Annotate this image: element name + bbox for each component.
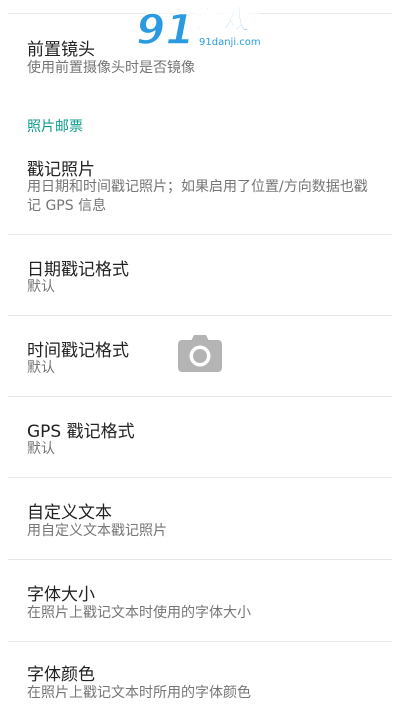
watermark-number: 91 — [136, 5, 194, 52]
pref-title: 前置镜头 — [27, 40, 95, 60]
pref-title: 字体大小 — [27, 585, 95, 605]
pref-summary: 用日期和时间戳记照片；如果启用了位置/方向数据也戳记 GPS 信息 — [27, 179, 368, 214]
watermark-site: 91danji.com — [199, 37, 261, 48]
pref-date-stamp-format[interactable]: 日期戳记格式 默认 — [0, 235, 400, 315]
pref-summary: 使用前置摄像头时是否镜像 — [27, 60, 195, 76]
pref-summary: 默认 — [27, 441, 55, 457]
watermark-logo-text: 游戏 — [196, 5, 250, 36]
pref-title: 自定义文本 — [27, 503, 112, 523]
pref-summary: 在照片上戳记文本时使用的字体大小 — [27, 605, 251, 621]
pref-title: GPS 戳记格式 — [27, 422, 135, 442]
pref-title: 戳记照片 — [27, 160, 95, 180]
pref-summary: 用自定义文本戳记照片 — [27, 523, 167, 539]
settings-screen: 前置镜头 使用前置摄像头时是否镜像 照片邮票 戳记照片 用日期和时间戳记照片；如… — [0, 0, 400, 711]
pref-summary: 默认 — [27, 279, 55, 295]
pref-custom-text[interactable]: 自定义文本 用自定义文本戳记照片 — [0, 478, 400, 558]
pref-font-size[interactable]: 字体大小 在照片上戳记文本时使用的字体大小 — [0, 560, 400, 640]
camera-icon[interactable] — [177, 333, 223, 373]
category-photo-stamp: 照片邮票 — [27, 119, 83, 135]
pref-summary: 在照片上戳记文本时所用的字体颜色 — [27, 685, 251, 701]
pref-title: 字体颜色 — [27, 665, 95, 685]
pref-title: 时间戳记格式 — [27, 341, 129, 361]
site-watermark-logo: 91 游戏 91danji.com — [132, 0, 272, 55]
pref-title: 日期戳记格式 — [27, 260, 129, 280]
pref-font-color[interactable]: 字体颜色 在照片上戳记文本时所用的字体颜色 — [0, 642, 400, 711]
pref-stamp-photos[interactable]: 戳记照片 用日期和时间戳记照片；如果启用了位置/方向数据也戳记 GPS 信息 — [0, 140, 400, 234]
pref-gps-stamp-format[interactable]: GPS 戳记格式 默认 — [0, 397, 400, 477]
